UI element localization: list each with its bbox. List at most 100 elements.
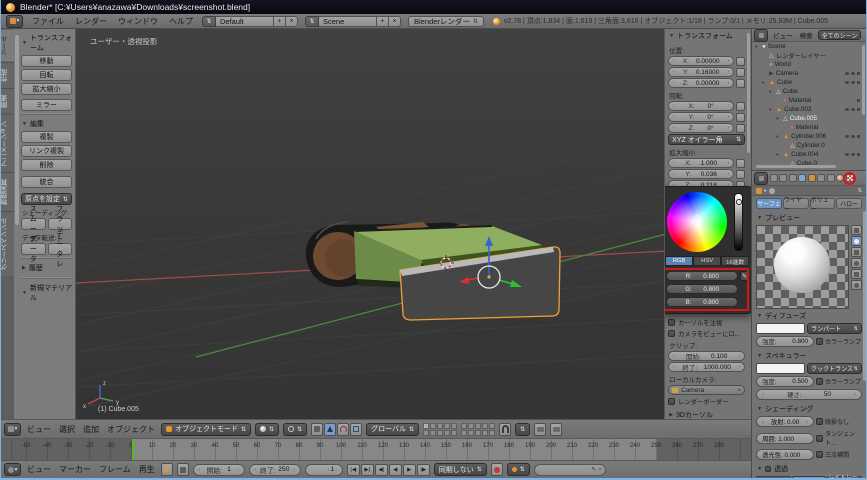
select-icon[interactable] [851, 72, 855, 75]
menu-add[interactable]: 追加 [81, 424, 101, 435]
layer-cell[interactable] [475, 423, 481, 429]
layer-cell[interactable] [451, 423, 457, 429]
mirror-button[interactable]: ミラー [21, 99, 72, 111]
layer-cell[interactable] [475, 430, 481, 436]
screen-browse-button[interactable]: ⇅ [202, 16, 216, 27]
toggle-icon[interactable]: ▾ [776, 134, 781, 140]
render-icon[interactable] [857, 108, 861, 112]
lock-icon[interactable] [736, 57, 745, 66]
value-slider-knob[interactable] [736, 199, 742, 205]
tab-animation[interactable]: アニメーション [1, 114, 14, 173]
tab-volume[interactable]: ボリュー [810, 198, 836, 209]
sync-dropdown[interactable]: 同期しない ⇅ [434, 463, 487, 476]
editor-type-button[interactable]: ▾ [6, 15, 23, 28]
lock-icon[interactable] [736, 113, 745, 122]
outliner-row-material2[interactable]: ●Material [752, 123, 866, 132]
tab-create[interactable]: 作成 [1, 62, 14, 88]
menu-view[interactable]: ビュー [771, 30, 795, 40]
lock-icon[interactable] [736, 79, 745, 88]
modifiers-tab-icon[interactable] [817, 174, 825, 182]
menu-marker[interactable]: マーカー [57, 464, 93, 475]
preview-hair-button[interactable] [851, 269, 862, 279]
emit-field[interactable]: 放射: 0.00 [756, 416, 814, 427]
layer-cell[interactable] [423, 423, 429, 429]
layer-cell[interactable] [437, 423, 443, 429]
ambient-field[interactable]: 周囲: 1.000 [756, 433, 814, 444]
shadeless-checkbox[interactable]: 陰影なし [816, 417, 862, 426]
preview-flat-button[interactable] [851, 225, 862, 235]
toggle-icon[interactable]: ▾ [762, 80, 767, 86]
editor-type-button[interactable] [754, 29, 768, 42]
editor-type-button[interactable] [754, 172, 768, 185]
duplicate-button[interactable]: 複製 [21, 131, 72, 143]
location-z-field[interactable]: Z:0.00000 [668, 78, 734, 88]
menu-render[interactable]: レンダー [73, 16, 109, 27]
tab-hex[interactable]: 16進数 [721, 256, 749, 266]
viewport-shading-dropdown[interactable]: ⇅ [255, 423, 279, 436]
restrict-icons[interactable] [845, 72, 861, 76]
screen-name[interactable]: Default [216, 16, 274, 27]
outliner-row-cylinder006[interactable]: ▾▲Cylinder.006 [752, 132, 866, 141]
layer-cell[interactable] [444, 423, 450, 429]
menu-select[interactable]: 選択 [57, 424, 77, 435]
jump-start-button[interactable]: |◀ [347, 464, 360, 476]
data-transfer-button[interactable]: データ [21, 243, 46, 255]
tab-rgb[interactable]: RGB [665, 256, 693, 266]
panel-transform-header[interactable]: ▼ トランスフォーム [21, 31, 72, 55]
n-panel-scrollbar[interactable] [747, 33, 750, 153]
material-crumb-icon[interactable] [769, 188, 775, 194]
outliner-vscrollbar[interactable] [862, 45, 865, 115]
render-opengl-anim-button[interactable] [550, 423, 562, 436]
panel-new-material-header[interactable]: ▼ 新規マテリアル [21, 281, 72, 305]
menu-search[interactable]: 検索 [798, 30, 815, 40]
next-keyframe-button[interactable]: |▶ [417, 464, 430, 476]
mode-dropdown[interactable]: オブジェクトモード ⇅ [161, 423, 251, 436]
eye-icon[interactable] [845, 153, 849, 156]
restrict-icons[interactable] [845, 81, 861, 85]
outliner-row-material[interactable]: ●Material [752, 96, 866, 105]
select-icon[interactable] [851, 153, 855, 156]
outliner-row-world[interactable]: ●World [752, 60, 866, 69]
toggle-icon[interactable]: ▾ [755, 44, 760, 50]
outliner-row-cylinder-data[interactable]: △Cylinder.0 [752, 141, 866, 150]
layer-cell[interactable] [461, 430, 467, 436]
keying-set-field[interactable]: ✎ × [534, 464, 606, 476]
clip-end-field[interactable]: 終了:1000.000 [668, 362, 745, 372]
preview-cube-button[interactable] [851, 247, 862, 257]
data-layout-button[interactable]: データレ [48, 243, 73, 255]
lock-icon[interactable] [736, 159, 745, 168]
hardness-slider[interactable]: 硬さ:50 [756, 389, 862, 400]
snap-button[interactable] [499, 423, 511, 436]
tangent-checkbox[interactable]: タンジェント... [816, 429, 862, 447]
layer-cell[interactable] [468, 423, 474, 429]
tool-shelf-scrollbar[interactable] [15, 35, 19, 225]
display-mode-dropdown[interactable]: 全てのシーン [818, 30, 862, 40]
scale-manipulator-button[interactable] [350, 423, 362, 436]
scale-y-field[interactable]: Y:0.036 [668, 169, 734, 179]
clear-icon[interactable]: × [737, 387, 741, 394]
select-icon[interactable] [851, 135, 855, 138]
outliner-row-cube005[interactable]: ▾△Cube.005 [752, 114, 866, 123]
tab-raytrace[interactable]: レイトレース [827, 476, 862, 478]
play-reverse-button[interactable]: ◀ [389, 464, 402, 476]
shade-smooth-button[interactable]: スムーズ [21, 218, 46, 230]
clear-icon[interactable]: × [598, 467, 602, 473]
outliner-row-renderlayers[interactable]: △レンダーレイヤー [752, 51, 866, 60]
restrict-icons[interactable] [845, 108, 861, 112]
rotation-z-field[interactable]: Z:0° [668, 123, 734, 133]
object-tab-icon[interactable] [808, 174, 816, 182]
render-layers-tab-icon[interactable] [779, 174, 787, 182]
tab-halo[interactable]: ハロー [836, 198, 862, 209]
tab-mask[interactable]: マスク [756, 476, 791, 478]
lock-icon[interactable] [736, 102, 745, 111]
specular-color-swatch[interactable] [756, 363, 805, 374]
cubic-checkbox[interactable]: 三次補間 [816, 450, 862, 459]
scene-tab-icon[interactable] [789, 174, 797, 182]
prev-keyframe-button[interactable]: ◀| [375, 464, 388, 476]
tab-ztransparency[interactable]: Z値透過 [792, 476, 827, 478]
menu-view[interactable]: ビュー [25, 424, 53, 435]
tab-grease-pencil[interactable]: グリースペンシル [1, 211, 14, 276]
outliner-hscrollbar[interactable] [756, 165, 836, 168]
playhead[interactable] [132, 439, 134, 460]
toggle-icon[interactable]: ▾ [769, 89, 774, 95]
